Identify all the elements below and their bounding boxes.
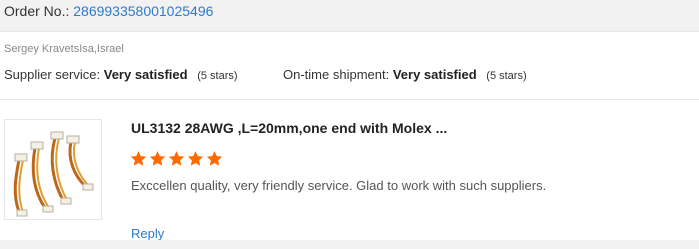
order-number-label: Order No.:	[4, 3, 70, 19]
buyer-name-country: Sergey KravetsIsa,Israel	[4, 43, 124, 55]
bottom-strip	[0, 240, 699, 249]
wire-harness-product-image	[13, 131, 94, 217]
order-number-link[interactable]: 286993358001025496	[73, 3, 213, 19]
product-rating-stars	[130, 150, 223, 167]
supplier-service-value: Very satisfied	[103, 67, 188, 82]
on-time-shipment-rating: On-time shipment: Very satisfied (5 star…	[283, 67, 527, 82]
section-divider	[0, 99, 699, 100]
star-icon	[206, 151, 223, 166]
on-time-shipment-label: On-time shipment:	[283, 67, 390, 82]
order-header: Order No.: 286993358001025496	[0, 0, 699, 32]
reply-link[interactable]: Reply	[131, 226, 164, 241]
on-time-shipment-stars-text: (5 stars)	[486, 70, 527, 82]
on-time-shipment-value: Very satisfied	[392, 67, 477, 82]
star-icon	[130, 151, 147, 166]
supplier-service-label: Supplier service:	[4, 67, 101, 82]
supplier-service-rating: Supplier service: Very satisfied (5 star…	[4, 67, 238, 82]
review-text: Exccellen quality, very friendly service…	[131, 178, 547, 193]
product-title[interactable]: UL3132 28AWG ,L=20mm,one end with Molex …	[131, 120, 447, 136]
star-icon	[187, 151, 204, 166]
star-icon	[149, 151, 166, 166]
product-image[interactable]	[4, 119, 102, 220]
star-icon	[168, 151, 185, 166]
supplier-service-stars-text: (5 stars)	[197, 70, 238, 82]
